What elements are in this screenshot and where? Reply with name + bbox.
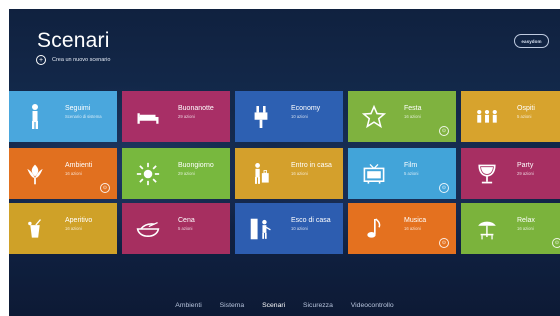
brand-logo: easydom	[514, 34, 549, 48]
scenario-tile-buongiorno[interactable]: Buongiorno 29 azioni	[122, 148, 230, 199]
scenario-status-icon: ⊙	[439, 126, 449, 136]
scenario-title: Ambienti	[65, 162, 93, 169]
scenario-title: Relax	[517, 217, 535, 224]
door-person-icon	[249, 215, 273, 243]
scenario-status-icon: ⊙	[552, 238, 560, 248]
plug-icon	[249, 103, 273, 131]
scenario-tile-economy[interactable]: Economy 10 azioni	[235, 91, 343, 142]
scenario-subtitle: 16 azioni	[65, 226, 82, 231]
bottom-navigation: Ambienti Sistema Scenari Sicurezza Video…	[9, 302, 560, 312]
tulip-icon	[23, 160, 47, 188]
scenario-subtitle: 16 azioni	[404, 114, 421, 119]
scenario-tile-party[interactable]: Party 29 azioni	[461, 148, 560, 199]
scenario-title: Esco di casa	[291, 217, 331, 224]
scenario-subtitle: 16 azioni	[291, 171, 308, 176]
nav-item-sicurezza[interactable]: Sicurezza	[303, 302, 333, 309]
star-icon	[362, 103, 386, 131]
scenario-tile-cena[interactable]: Cena 5 azioni	[122, 203, 230, 254]
scenario-subtitle: 10 azioni	[291, 114, 308, 119]
create-scenario-label: Crea un nuovo scenario	[52, 57, 111, 63]
scenario-tile-esco-di-casa[interactable]: Esco di casa 10 azioni	[235, 203, 343, 254]
scenario-title: Economy	[291, 105, 321, 112]
app-screen: Scenari + Crea un nuovo scenario easydom…	[9, 9, 560, 316]
scenario-title: Buongiorno	[178, 162, 214, 169]
scenario-tile-ospiti[interactable]: Ospiti 5 azioni	[461, 91, 560, 142]
scenario-subtitle: 29 azioni	[178, 171, 195, 176]
scenario-tile-film[interactable]: Film 5 azioni ⊙	[348, 148, 456, 199]
tv-icon	[362, 160, 386, 188]
scenario-tile-ambienti[interactable]: Ambienti 16 azioni ⊙	[9, 148, 117, 199]
scenario-subtitle: 5 azioni	[178, 226, 193, 231]
scenario-tile-relax[interactable]: Relax 16 azioni ⊙	[461, 203, 560, 254]
sun-icon	[136, 160, 160, 188]
nav-item-ambienti[interactable]: Ambienti	[175, 302, 201, 309]
nav-item-videocontrollo[interactable]: Videocontrollo	[351, 302, 394, 309]
scenario-tile-seguimi[interactable]: Seguimi Scenario di sistema	[9, 91, 117, 142]
nav-item-sistema[interactable]: Sistema	[220, 302, 245, 309]
scenario-subtitle: Scenario di sistema	[65, 114, 102, 119]
scenario-title: Festa	[404, 105, 422, 112]
luggage-icon	[249, 160, 273, 188]
scenario-tile-festa[interactable]: Festa 16 azioni ⊙	[348, 91, 456, 142]
scenario-title: Seguimi	[65, 105, 91, 112]
nav-item-scenari[interactable]: Scenari	[262, 302, 285, 309]
scenario-tile-musica[interactable]: Musica 16 azioni ⊙	[348, 203, 456, 254]
scenario-subtitle: 29 azioni	[517, 171, 534, 176]
music-note-icon	[362, 215, 386, 243]
scenario-subtitle: 5 azioni	[404, 171, 419, 176]
scenario-title: Ospiti	[517, 105, 535, 112]
scenario-title: Film	[404, 162, 418, 169]
drink-icon	[23, 215, 47, 243]
plus-icon: +	[36, 55, 46, 65]
scenario-title: Musica	[404, 217, 427, 224]
create-scenario-link[interactable]: + Crea un nuovo scenario	[36, 55, 110, 65]
brand-logo-text: easydom	[521, 38, 542, 44]
cocktail-icon	[475, 160, 499, 188]
bowl-icon	[136, 215, 160, 243]
scenario-tile-entro-in-casa[interactable]: Entro in casa 16 azioni	[235, 148, 343, 199]
bed-icon	[136, 103, 160, 131]
scenario-title: Buonanotte	[178, 105, 214, 112]
scenario-tile-buonanotte[interactable]: Buonanotte 29 azioni	[122, 91, 230, 142]
scenario-tile-aperitivo[interactable]: Aperitivo 16 azioni	[9, 203, 117, 254]
people-icon	[475, 103, 499, 131]
scenario-status-icon: ⊙	[100, 183, 110, 193]
scenario-subtitle: 5 azioni	[517, 114, 532, 119]
page-title: Scenari	[37, 29, 110, 52]
scenario-subtitle: 16 azioni	[404, 226, 421, 231]
scenario-title: Cena	[178, 217, 195, 224]
scenario-title: Party	[517, 162, 534, 169]
scenario-title: Entro in casa	[291, 162, 332, 169]
scenario-status-icon: ⊙	[439, 238, 449, 248]
scenario-subtitle: 10 azioni	[291, 226, 308, 231]
scenario-subtitle: 29 azioni	[178, 114, 195, 119]
person-icon	[23, 103, 47, 131]
umbrella-chair-icon	[475, 215, 499, 243]
scenario-title: Aperitivo	[65, 217, 93, 224]
scenario-subtitle: 16 azioni	[517, 226, 534, 231]
scenario-status-icon: ⊙	[439, 183, 449, 193]
scenario-subtitle: 16 azioni	[65, 171, 82, 176]
